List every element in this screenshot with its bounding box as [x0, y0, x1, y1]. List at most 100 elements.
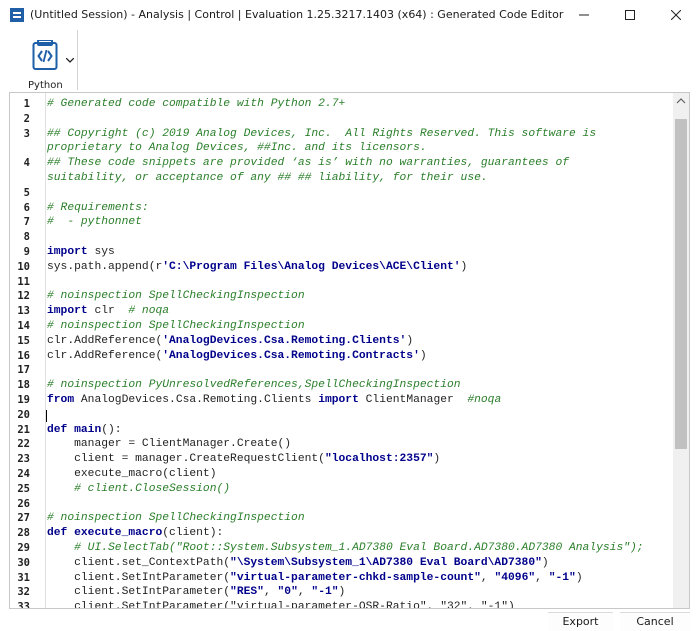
language-dropdown-button[interactable]: Python	[22, 34, 74, 91]
code-line[interactable]: 9 import sys	[10, 245, 670, 260]
code-line[interactable]: 21 def main():	[10, 423, 670, 438]
line-number: 8	[23, 231, 30, 244]
code-line[interactable]: 4 ## These code snippets are provided ‘as…	[10, 156, 670, 171]
python-code-icon	[32, 40, 58, 70]
maximize-button[interactable]	[607, 0, 653, 30]
code-line[interactable]: 8	[10, 230, 670, 245]
code-text: # Requirements:	[47, 201, 149, 216]
line-number: 16	[17, 349, 30, 362]
code-token: # noinspection SpellCheckingInspection	[47, 512, 305, 525]
code-line[interactable]: 22 manager = ClientManager.Create()	[10, 437, 670, 452]
code-text: execute_macro(client)	[47, 467, 216, 482]
code-line[interactable]: 33 client.SetIntParameter("virtual-param…	[10, 600, 670, 608]
code-line[interactable]: 30 client.set_ContextPath("\System\Subsy…	[10, 556, 670, 571]
scrollbar-thumb[interactable]	[675, 119, 687, 449]
line-number: 32	[17, 586, 30, 599]
code-line[interactable]: 17	[10, 363, 670, 378]
code-token: client.set_ContextPath(	[47, 556, 231, 569]
code-line[interactable]: 18 # noinspection PyUnresolvedReferences,…	[10, 378, 670, 393]
code-token: def	[47, 527, 68, 540]
code-text: client = manager.CreateRequestClient("lo…	[47, 452, 440, 467]
code-token: # noinspection PyUnresolvedReferences,Sp…	[47, 379, 461, 392]
code-line[interactable]: 20	[10, 408, 670, 423]
code-token: proprietary to Analog Devices, ##Inc. an…	[47, 142, 427, 155]
code-token: # client.CloseSession()	[47, 482, 231, 495]
code-token: def	[47, 423, 68, 436]
code-token: execute_macro(client)	[47, 467, 217, 480]
code-line[interactable]: 19 from AnalogDevices.Csa.Remoting.Client…	[10, 393, 670, 408]
code-line[interactable]: 26	[10, 497, 670, 512]
code-line[interactable]: 23 client = manager.CreateRequestClient(…	[10, 452, 670, 467]
line-number: 19	[17, 393, 30, 406]
code-line[interactable]: 25 # client.CloseSession()	[10, 482, 670, 497]
code-line[interactable]: 5	[10, 186, 670, 201]
code-token: ClientManager	[358, 393, 468, 406]
code-line[interactable]: 7 # - pythonnet	[10, 215, 670, 230]
code-line[interactable]: 12 # noinspection SpellCheckingInspection	[10, 289, 670, 304]
code-token: # - pythonnet	[47, 216, 142, 229]
text-cursor	[46, 409, 47, 422]
line-number: 30	[17, 556, 30, 569]
line-number: 6	[23, 201, 30, 214]
code-line[interactable]: 28 def execute_macro(client):	[10, 526, 670, 541]
line-number: 20	[17, 408, 30, 421]
code-line[interactable]: 1 # Generated code compatible with Python…	[10, 97, 670, 112]
code-editor[interactable]: 1 # Generated code compatible with Python…	[9, 92, 690, 609]
code-line[interactable]: 3 ## Copyright (c) 2019 Analog Devices, I…	[10, 127, 670, 142]
export-button[interactable]: Export	[548, 612, 613, 631]
line-number: 7	[23, 216, 30, 229]
line-number: 11	[17, 275, 30, 288]
maximize-icon	[625, 10, 635, 20]
code-token: ## These code snippets are provided ‘as …	[47, 157, 570, 170]
line-number: 12	[17, 290, 30, 303]
code-line[interactable]: 24 execute_macro(client)	[10, 467, 670, 482]
code-line[interactable]: 13 import clr # noqa	[10, 304, 670, 319]
code-lines: 1 # Generated code compatible with Python…	[10, 97, 670, 608]
minimize-icon	[579, 14, 589, 16]
code-line[interactable]: 27 # noinspection SpellCheckingInspection	[10, 511, 670, 526]
code-line[interactable]: 15 clr.AddReference('AnalogDevices.Csa.Re…	[10, 334, 670, 349]
window-title: (Untitled Session) - Analysis | Control …	[30, 8, 564, 21]
code-text: def execute_macro(client):	[47, 526, 223, 541]
code-token: client = manager.CreateRequestClient(	[47, 453, 325, 466]
code-token: "4096"	[494, 571, 536, 584]
line-number: 31	[17, 571, 30, 584]
code-line[interactable]: 6 # Requirements:	[10, 201, 670, 216]
code-line[interactable]: 29 # UI.SelectTab("Root::System.Subsyste…	[10, 541, 670, 556]
code-text: # client.CloseSession()	[47, 482, 230, 497]
cancel-button[interactable]: Cancel	[620, 612, 690, 631]
line-number: 23	[17, 453, 30, 466]
minimize-button[interactable]	[561, 0, 607, 30]
code-token: main	[74, 423, 102, 436]
code-token: # noinspection SpellCheckingInspection	[47, 319, 305, 332]
code-line[interactable]: 2	[10, 112, 670, 127]
vertical-scrollbar[interactable]	[673, 93, 689, 608]
code-line[interactable]: proprietary to Analog Devices, ##Inc. an…	[10, 141, 670, 156]
code-line[interactable]: 31 client.SetIntParameter("virtual-param…	[10, 571, 670, 586]
close-button[interactable]	[653, 0, 699, 30]
code-token: #noqa	[467, 393, 502, 406]
line-number: 3	[23, 127, 30, 140]
code-token: "localhost:2357"	[324, 453, 434, 466]
line-number: 10	[17, 260, 30, 273]
code-line[interactable]: 32 client.SetIntParameter("RES", "0", "-…	[10, 585, 670, 600]
code-line[interactable]: 16 clr.AddReference('AnalogDevices.Csa.Re…	[10, 349, 670, 364]
line-number: 27	[17, 512, 30, 525]
line-number: 22	[17, 438, 30, 451]
code-line[interactable]: suitability, or acceptance of any ## ## …	[10, 171, 670, 186]
code-token: "virtual-parameter-chkd-sample-count"	[230, 571, 481, 584]
code-line[interactable]: 11	[10, 275, 670, 290]
code-token: client.SetIntParameter(	[47, 586, 231, 599]
app-icon	[10, 8, 24, 22]
code-text: client.SetIntParameter("virtual-paramete…	[47, 600, 515, 608]
scroll-up-arrow-icon[interactable]	[673, 93, 689, 109]
code-line[interactable]: 14 # noinspection SpellCheckingInspection	[10, 319, 670, 334]
code-text: # - pythonnet	[47, 215, 142, 230]
code-line[interactable]: 10 sys.path.append(r'C:\Program Files\Ana…	[10, 260, 670, 275]
code-text: client.SetIntParameter("RES", "0", "-1")	[47, 585, 345, 600]
code-token: manager = ClientManager.Create()	[47, 438, 292, 451]
code-token: ,	[297, 586, 312, 599]
code-text: proprietary to Analog Devices, ##Inc. an…	[47, 141, 427, 156]
code-text: from AnalogDevices.Csa.Remoting.Clients …	[47, 393, 501, 408]
code-token: # noqa	[128, 305, 170, 318]
